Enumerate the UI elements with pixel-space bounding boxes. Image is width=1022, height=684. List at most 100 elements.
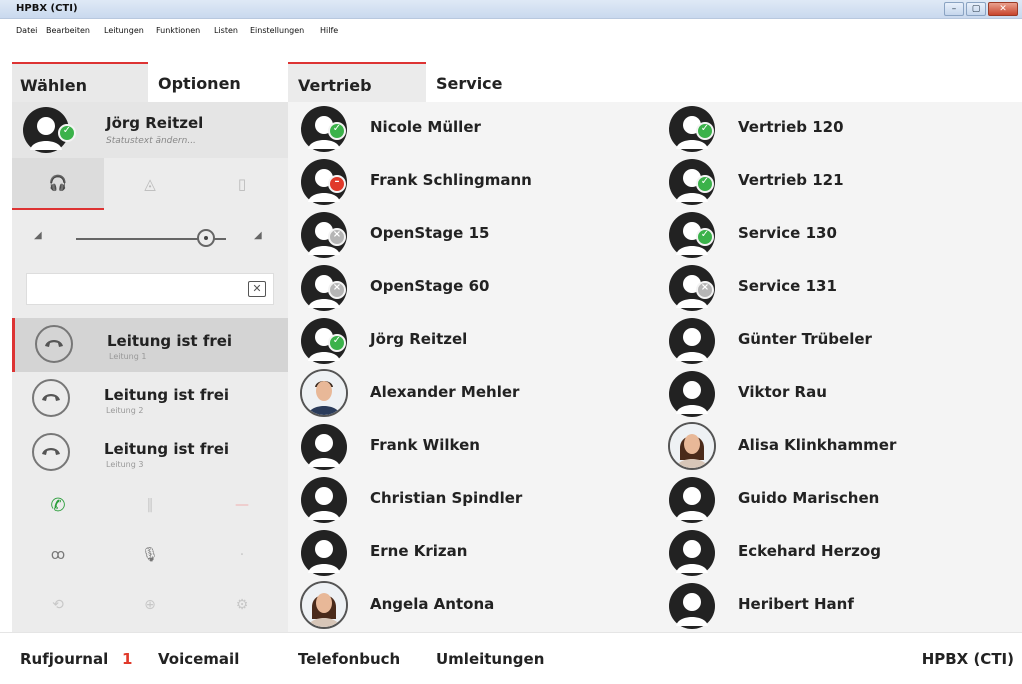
- contact-vertrieb-120[interactable]: ✓ Vertrieb 120: [656, 102, 1016, 156]
- contact-name: OpenStage 15: [370, 224, 490, 242]
- line-3-label: Leitung 3: [106, 460, 144, 469]
- volume-low-icon: ◢: [34, 230, 42, 241]
- call-icon[interactable]: ✆: [12, 480, 104, 530]
- contact-christian-spindler[interactable]: Christian Spindler: [288, 473, 648, 527]
- nav-forwarding[interactable]: Umleitungen: [436, 650, 544, 668]
- nav-phonebook[interactable]: Telefonbuch: [298, 650, 400, 668]
- hold-icon[interactable]: ‖: [104, 480, 196, 530]
- line-1[interactable]: Leitung ist frei Leitung 1: [12, 318, 288, 372]
- contact-angela-antona[interactable]: Angela Antona: [288, 579, 648, 633]
- call-controls-row-1: ✆ ‖ —: [12, 480, 288, 530]
- status-text-link[interactable]: Statustext ändern...: [106, 136, 196, 146]
- contact-name: Günter Trübeler: [738, 330, 872, 348]
- contact-name: Vertrieb 121: [738, 171, 844, 189]
- contact-name: Frank Wilken: [370, 436, 480, 454]
- handset-icon: [35, 325, 73, 363]
- contact-name: Frank Schlingmann: [370, 171, 532, 189]
- status-available-icon: ✓: [328, 122, 346, 140]
- contact-name: Alexander Mehler: [370, 383, 520, 401]
- contact-heribert-hanf[interactable]: Heribert Hanf: [656, 579, 1016, 633]
- menu-datei[interactable]: Datei: [16, 26, 37, 35]
- contact-name: Vertrieb 120: [738, 118, 844, 136]
- contact-alisa-klinkhammer[interactable]: Alisa Klinkhammer: [656, 420, 1016, 474]
- my-name: Jörg Reitzel: [106, 114, 204, 132]
- avatar-icon: [669, 371, 715, 417]
- headset-icon[interactable]: 🎧: [12, 158, 104, 210]
- contact-erne-krizan[interactable]: Erne Krizan: [288, 526, 648, 580]
- settings-icon[interactable]: ⚙: [196, 580, 288, 630]
- contact-openstage-60[interactable]: × OpenStage 60: [288, 261, 648, 315]
- handset-mode-icon[interactable]: ▯: [196, 158, 288, 210]
- tab-options[interactable]: Optionen: [158, 62, 288, 102]
- contact-g-nter-tr-beler[interactable]: Günter Trübeler: [656, 314, 1016, 368]
- avatar-photo: [668, 422, 716, 470]
- my-presence[interactable]: ✓ Jörg Reitzel Statustext ändern...: [12, 102, 288, 158]
- contact-name: OpenStage 60: [370, 277, 490, 295]
- line-2-label: Leitung 2: [106, 406, 144, 415]
- close-button[interactable]: ✕: [988, 2, 1018, 16]
- minimize-button[interactable]: –: [944, 2, 964, 16]
- brand-label: HPBX (CTI): [921, 650, 1014, 668]
- status-available-icon: ✓: [696, 175, 714, 193]
- menu-einstellungen[interactable]: Einstellungen: [250, 26, 304, 35]
- group-tabs: Vertrieb Service: [288, 62, 1022, 102]
- call-controls-row-2: ꝏ 🎙 ·: [12, 530, 288, 580]
- contact-openstage-15[interactable]: × OpenStage 15: [288, 208, 648, 262]
- microphone-icon[interactable]: 🎙: [104, 530, 196, 580]
- contact-eckehard-herzog[interactable]: Eckehard Herzog: [656, 526, 1016, 580]
- contact-name: Service 131: [738, 277, 837, 295]
- my-status-available-icon: ✓: [58, 124, 76, 142]
- contacts-pane: Vertrieb Service ✓ Nicole Müller – Frank Sc…: [288, 62, 1022, 632]
- line-2-status: Leitung ist frei: [104, 386, 230, 404]
- maximize-button[interactable]: ▢: [966, 2, 986, 16]
- menu-leitungen[interactable]: Leitungen: [104, 26, 144, 35]
- volume-high-icon: ◢: [254, 230, 262, 241]
- conference-icon[interactable]: ⊕: [104, 580, 196, 630]
- handset-icon: [32, 379, 70, 417]
- tab-service[interactable]: Service: [436, 62, 556, 102]
- nav-call-journal[interactable]: Rufjournal: [20, 650, 108, 668]
- transfer-icon[interactable]: ⟲: [12, 580, 104, 630]
- volume-knob[interactable]: [197, 229, 215, 247]
- dtmf-icon[interactable]: ·: [196, 530, 288, 580]
- contact-alexander-mehler[interactable]: Alexander Mehler: [288, 367, 648, 421]
- avatar-icon: [301, 424, 347, 470]
- contact-nicole-m-ller[interactable]: ✓ Nicole Müller: [288, 102, 648, 156]
- contact-name: Erne Krizan: [370, 542, 468, 560]
- contact-service-130[interactable]: ✓ Service 130: [656, 208, 1016, 262]
- volume-slider[interactable]: ◢ ◢: [12, 210, 288, 268]
- speaker-icon[interactable]: ◬: [104, 158, 196, 210]
- window-controls: – ▢ ✕: [944, 2, 1018, 16]
- line-2[interactable]: Leitung ist frei Leitung 2: [12, 372, 288, 426]
- contact-frank-wilken[interactable]: Frank Wilken: [288, 420, 648, 474]
- line-3[interactable]: Leitung ist frei Leitung 3: [12, 426, 288, 480]
- tab-dial[interactable]: Wählen: [12, 62, 148, 102]
- audio-device-row: 🎧 ◬ ▯: [12, 158, 288, 210]
- status-available-icon: ✓: [696, 228, 714, 246]
- menu-funktionen[interactable]: Funktionen: [156, 26, 200, 35]
- dial-input[interactable]: [26, 273, 274, 305]
- contact-service-131[interactable]: × Service 131: [656, 261, 1016, 315]
- contact-name: Alisa Klinkhammer: [738, 436, 897, 454]
- avatar-icon: [669, 318, 715, 364]
- nav-voicemail[interactable]: Voicemail: [158, 650, 239, 668]
- contact-j-rg-reitzel[interactable]: ✓ Jörg Reitzel: [288, 314, 648, 368]
- status-offline-icon: ×: [328, 281, 346, 299]
- menu-listen[interactable]: Listen: [214, 26, 238, 35]
- contact-viktor-rau[interactable]: Viktor Rau: [656, 367, 1016, 421]
- line-1-label: Leitung 1: [109, 352, 147, 361]
- contact-name: Angela Antona: [370, 595, 495, 613]
- contact-frank-schlingmann[interactable]: – Frank Schlingmann: [288, 155, 648, 209]
- missed-calls-badge: 1: [122, 650, 133, 668]
- tab-vertrieb[interactable]: Vertrieb: [288, 62, 426, 102]
- contact-name: Eckehard Herzog: [738, 542, 881, 560]
- menu-hilfe[interactable]: Hilfe: [320, 26, 338, 35]
- bottom-nav: Rufjournal 1 Voicemail Telefonbuch Umlei…: [0, 632, 1022, 684]
- avatar-icon: [669, 583, 715, 629]
- menu-bearbeiten[interactable]: Bearbeiten: [46, 26, 90, 35]
- contact-vertrieb-121[interactable]: ✓ Vertrieb 121: [656, 155, 1016, 209]
- clear-input-icon[interactable]: ✕: [248, 281, 266, 297]
- contact-guido-marischen[interactable]: Guido Marischen: [656, 473, 1016, 527]
- hangup-icon[interactable]: —: [196, 480, 288, 530]
- voicemail-icon[interactable]: ꝏ: [12, 530, 104, 580]
